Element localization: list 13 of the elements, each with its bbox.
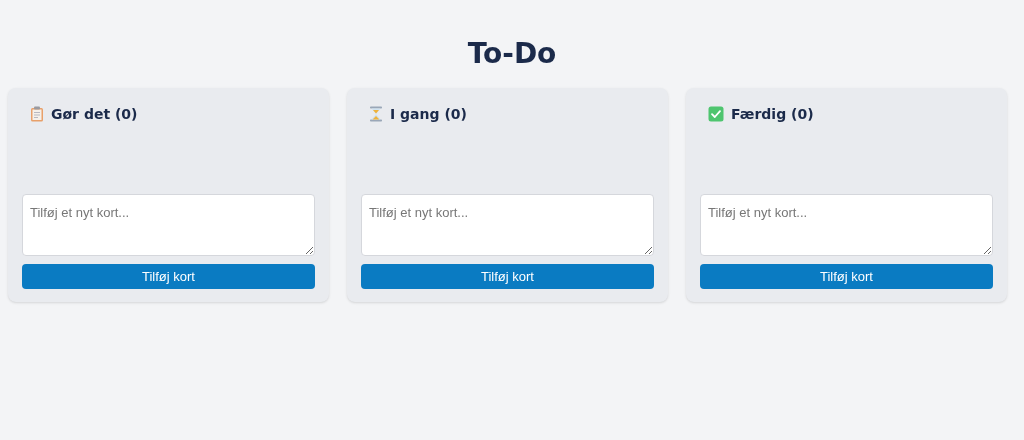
page-title: To-Do: [466, 36, 558, 72]
checkmark-icon: [708, 106, 724, 122]
card-input-field[interactable]: Tilføj et nyt kort...: [361, 194, 654, 256]
column-heading: Færdig (0): [731, 104, 814, 124]
add-card-button[interactable]: Tilføj kort: [22, 264, 315, 289]
add-card-button[interactable]: Tilføj kort: [700, 264, 993, 289]
card-input-field[interactable]: Tilføj et nyt kort...: [700, 194, 993, 256]
add-card-button[interactable]: Tilføj kort: [361, 264, 654, 289]
card-input-field[interactable]: Tilføj et nyt kort...: [22, 194, 315, 256]
clipboard-icon: [30, 106, 44, 122]
hourglass-icon: [369, 106, 383, 122]
column-heading: Gør det (0): [51, 104, 138, 124]
column-heading: I gang (0): [390, 104, 467, 124]
